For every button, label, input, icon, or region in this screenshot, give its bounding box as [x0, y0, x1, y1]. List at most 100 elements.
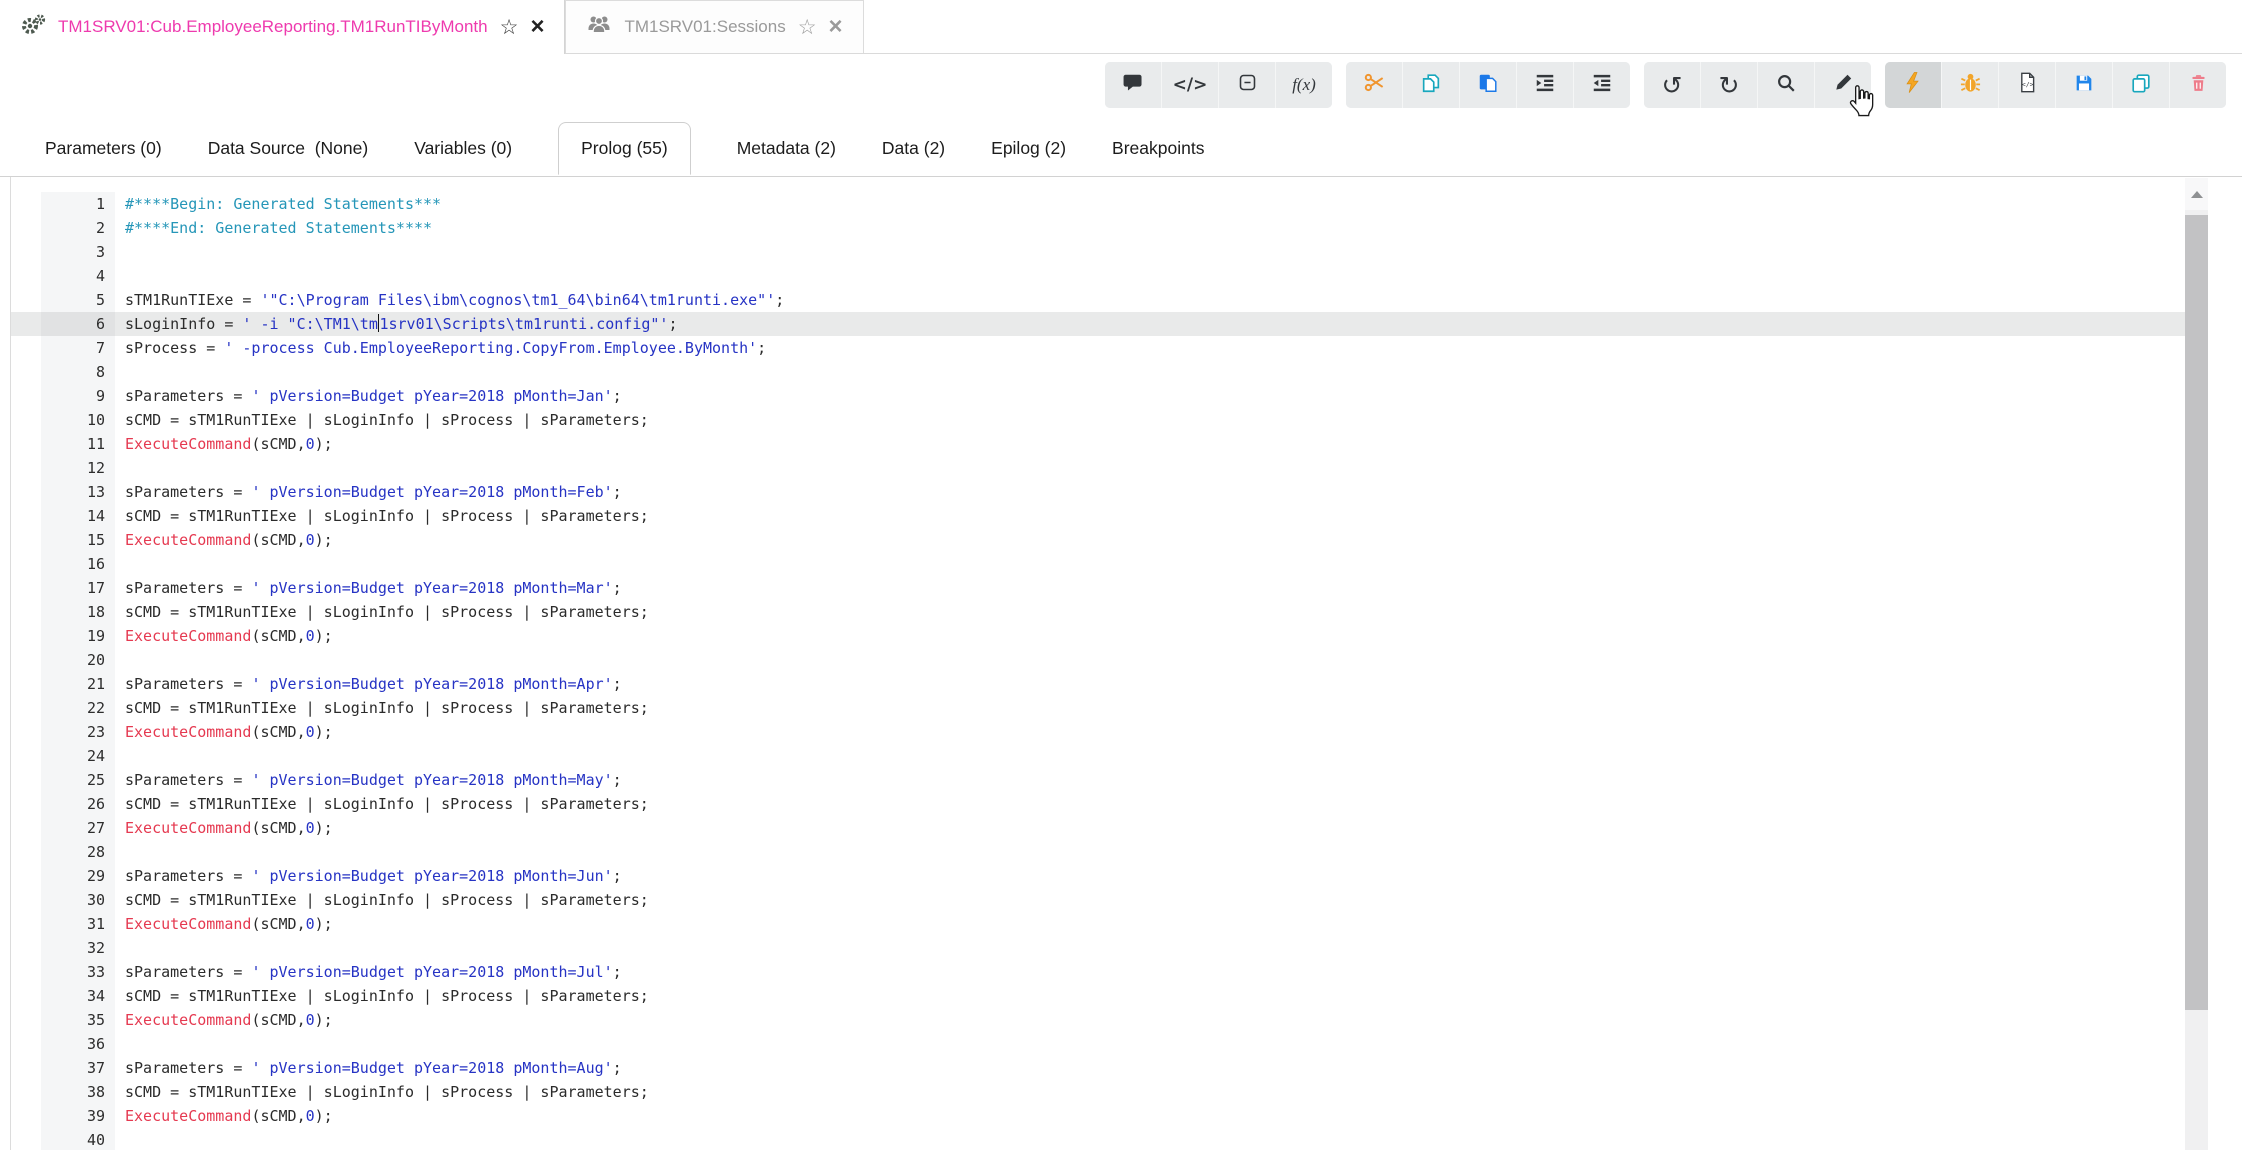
search-button[interactable]: [1758, 62, 1815, 108]
undo-icon: ↺: [1662, 73, 1683, 98]
code-line[interactable]: 37sParameters = ' pVersion=Budget pYear=…: [11, 1056, 2185, 1080]
toolbar-group-history: ↺ ↻: [1644, 62, 1871, 108]
code-line[interactable]: 7sProcess = ' -process Cub.EmployeeRepor…: [11, 336, 2185, 360]
code-line[interactable]: 10sCMD = sTM1RunTIExe | sLoginInfo | sPr…: [11, 408, 2185, 432]
undo-button[interactable]: ↺: [1644, 62, 1701, 108]
line-number: 20: [41, 648, 115, 672]
code-line[interactable]: 6sLoginInfo = ' -i "C:\TM1\tm1srv01\Scri…: [11, 312, 2185, 336]
favorite-star-icon[interactable]: ☆: [798, 17, 817, 38]
save-button[interactable]: [2056, 62, 2113, 108]
code-line[interactable]: 19ExecuteCommand(sCMD,0);: [11, 624, 2185, 648]
copy-button[interactable]: [1403, 62, 1460, 108]
code-line[interactable]: 35ExecuteCommand(sCMD,0);: [11, 1008, 2185, 1032]
delete-button[interactable]: [2170, 62, 2226, 108]
code-line[interactable]: 5sTM1RunTIExe = '"C:\Program Files\ibm\c…: [11, 288, 2185, 312]
window-tab-title: TM1SRV01:Cub.EmployeeReporting.TM1RunTIB…: [58, 17, 488, 37]
code-line[interactable]: 14sCMD = sTM1RunTIExe | sLoginInfo | sPr…: [11, 504, 2185, 528]
code-line[interactable]: 36: [11, 1032, 2185, 1056]
code-line[interactable]: 28: [11, 840, 2185, 864]
code-line[interactable]: 29sParameters = ' pVersion=Budget pYear=…: [11, 864, 2185, 888]
line-number: 6: [41, 312, 115, 336]
duplicate-button[interactable]: [2113, 62, 2170, 108]
code-button[interactable]: </>: [1162, 62, 1219, 108]
code-line[interactable]: 32: [11, 936, 2185, 960]
redo-button[interactable]: ↻: [1701, 62, 1758, 108]
indent-button[interactable]: [1517, 62, 1574, 108]
code-line[interactable]: 13sParameters = ' pVersion=Budget pYear=…: [11, 480, 2185, 504]
collapse-icon: [1237, 72, 1258, 98]
cut-button[interactable]: [1346, 62, 1403, 108]
line-number: 4: [41, 264, 115, 288]
code-editor[interactable]: 1#****Begin: Generated Statements***2#**…: [10, 177, 2185, 1150]
code-line[interactable]: 39ExecuteCommand(sCMD,0);: [11, 1104, 2185, 1128]
code-line[interactable]: 33sParameters = ' pVersion=Budget pYear=…: [11, 960, 2185, 984]
code-line[interactable]: 20: [11, 648, 2185, 672]
code-line[interactable]: 40: [11, 1128, 2185, 1150]
debug-bug-icon: [1959, 71, 1982, 99]
line-number: 15: [41, 528, 115, 552]
code-line[interactable]: 26sCMD = sTM1RunTIExe | sLoginInfo | sPr…: [11, 792, 2185, 816]
code-line[interactable]: 22sCMD = sTM1RunTIExe | sLoginInfo | sPr…: [11, 696, 2185, 720]
line-number: 11: [41, 432, 115, 456]
code-line[interactable]: 25sParameters = ' pVersion=Budget pYear=…: [11, 768, 2185, 792]
run-button[interactable]: [1885, 62, 1942, 108]
window-tab-process[interactable]: TM1SRV01:Cub.EmployeeReporting.TM1RunTIB…: [0, 0, 565, 54]
window-tab-bar: TM1SRV01:Cub.EmployeeReporting.TM1RunTIB…: [0, 0, 2242, 54]
view-source-button[interactable]: </>: [1999, 62, 2056, 108]
code-line[interactable]: 27ExecuteCommand(sCMD,0);: [11, 816, 2185, 840]
tab-metadata[interactable]: Metadata (2): [737, 138, 836, 159]
tab-prolog[interactable]: Prolog (55): [558, 122, 691, 175]
tab-epilog[interactable]: Epilog (2): [991, 138, 1066, 159]
code-line[interactable]: 15ExecuteCommand(sCMD,0);: [11, 528, 2185, 552]
paste-button[interactable]: [1460, 62, 1517, 108]
collapse-button[interactable]: [1219, 62, 1276, 108]
indent-icon: [1534, 72, 1556, 99]
code-line[interactable]: 24: [11, 744, 2185, 768]
comment-button[interactable]: [1105, 62, 1162, 108]
code-line[interactable]: 4: [11, 264, 2185, 288]
close-icon[interactable]: ×: [829, 15, 843, 39]
code-line[interactable]: 16: [11, 552, 2185, 576]
run-lightning-icon: [1902, 71, 1924, 100]
scrollbar-thumb[interactable]: [2185, 215, 2208, 1010]
window-tab-sessions[interactable]: TM1SRV01:Sessions ☆ ×: [565, 0, 863, 53]
code-line[interactable]: 3: [11, 240, 2185, 264]
tab-parameters[interactable]: Parameters (0): [45, 138, 162, 159]
tab-data-source[interactable]: Data Source (None): [208, 138, 369, 159]
code-icon: </>: [1173, 75, 1208, 95]
code-line[interactable]: 11ExecuteCommand(sCMD,0);: [11, 432, 2185, 456]
outdent-button[interactable]: [1574, 62, 1630, 108]
close-icon[interactable]: ×: [530, 15, 544, 39]
cut-icon: [1363, 71, 1386, 99]
line-number: 34: [41, 984, 115, 1008]
code-line[interactable]: 12: [11, 456, 2185, 480]
edit-button[interactable]: [1815, 62, 1871, 108]
code-line[interactable]: 23ExecuteCommand(sCMD,0);: [11, 720, 2185, 744]
line-number: 33: [41, 960, 115, 984]
line-number: 30: [41, 888, 115, 912]
tab-breakpoints[interactable]: Breakpoints: [1112, 138, 1204, 159]
code-line[interactable]: 2#****End: Generated Statements****: [11, 216, 2185, 240]
code-line[interactable]: 21sParameters = ' pVersion=Budget pYear=…: [11, 672, 2185, 696]
code-line[interactable]: 17sParameters = ' pVersion=Budget pYear=…: [11, 576, 2185, 600]
svg-text:</>: </>: [2021, 80, 2033, 88]
code-line[interactable]: 18sCMD = sTM1RunTIExe | sLoginInfo | sPr…: [11, 600, 2185, 624]
function-button[interactable]: f(x): [1276, 62, 1332, 108]
tab-variables[interactable]: Variables (0): [414, 138, 512, 159]
line-number: 9: [41, 384, 115, 408]
code-line[interactable]: 30sCMD = sTM1RunTIExe | sLoginInfo | sPr…: [11, 888, 2185, 912]
code-line[interactable]: 8: [11, 360, 2185, 384]
toolbar-group-clipboard: [1346, 62, 1630, 108]
debug-button[interactable]: [1942, 62, 1999, 108]
line-number: 23: [41, 720, 115, 744]
code-line[interactable]: 1#****Begin: Generated Statements***: [11, 192, 2185, 216]
code-line[interactable]: 34sCMD = sTM1RunTIExe | sLoginInfo | sPr…: [11, 984, 2185, 1008]
tab-data[interactable]: Data (2): [882, 138, 945, 159]
code-line[interactable]: 38sCMD = sTM1RunTIExe | sLoginInfo | sPr…: [11, 1080, 2185, 1104]
code-line[interactable]: 9sParameters = ' pVersion=Budget pYear=2…: [11, 384, 2185, 408]
vertical-scrollbar[interactable]: [2185, 178, 2208, 1150]
line-number: 38: [41, 1080, 115, 1104]
code-line[interactable]: 31ExecuteCommand(sCMD,0);: [11, 912, 2185, 936]
favorite-star-icon[interactable]: ☆: [500, 17, 519, 38]
scroll-up-arrow-icon[interactable]: [2185, 178, 2208, 210]
